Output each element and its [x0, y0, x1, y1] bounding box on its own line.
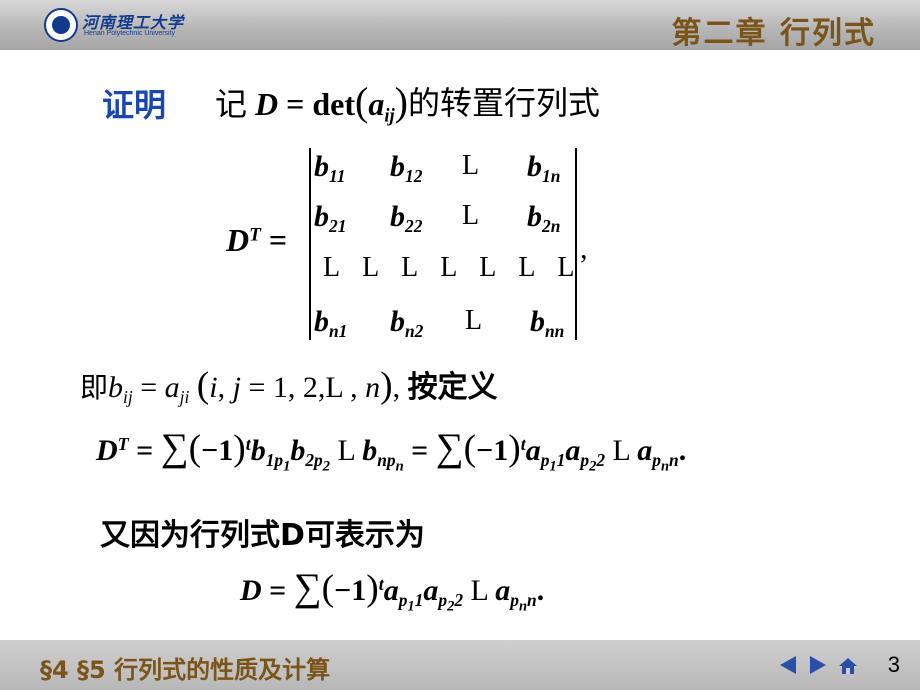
d-expression-text: 又因为行列式D可表示为 [100, 518, 425, 553]
home-icon[interactable] [838, 656, 858, 676]
matrix-entry: bn2 [390, 305, 424, 342]
logo-english-name: Henan Polytechnic University [84, 30, 176, 37]
matrix-ellipsis: L [462, 150, 480, 181]
index-relation: 即bij = aji (i, j = 1, 2,L , n), 按定义 [80, 365, 498, 408]
matrix-entry: bnn [530, 305, 565, 342]
definition-text: 按定义 [407, 370, 498, 405]
matrix-entry: b11 [314, 150, 346, 187]
footer-bar: §4 §5 行列式的性质及计算 3 [0, 640, 920, 690]
matrix-entry: b2n [527, 200, 561, 237]
prev-arrow-icon[interactable] [780, 656, 800, 676]
matrix-ellipsis: L [465, 305, 483, 336]
statement-suffix: 的转置行列式 [407, 84, 600, 122]
next-arrow-icon[interactable] [810, 656, 830, 676]
det-right-bar [575, 148, 577, 340]
matrix-entry: b21 [314, 200, 347, 237]
statement-prefix: 记 [215, 85, 248, 123]
matrix-entry: b12 [390, 150, 423, 187]
chapter-title: 第二章 行列式 [671, 16, 876, 51]
logo-emblem-icon [44, 8, 78, 42]
matrix-entry: b22 [390, 200, 423, 237]
header-bar: 河南理工大学 Henan Polytechnic University 第二章 … [0, 0, 920, 51]
page-number: 3 [887, 652, 900, 677]
matrix-ellipsis-row: L L L L L L L [323, 252, 583, 283]
matrix-ellipsis: L [462, 200, 480, 231]
d-expansion: D = ∑(−1)tap11ap22 L apnn. [240, 566, 545, 615]
matrix-entry: bn1 [314, 305, 348, 342]
transpose-expansion: DT = ∑(−1)tb1p1b2p2 L bnpn = ∑(−1)tap11a… [96, 426, 687, 475]
university-logo: 河南理工大学 Henan Polytechnic University [44, 8, 184, 42]
determinant-label: DT = [226, 222, 288, 258]
det-left-bar [309, 148, 311, 340]
proof-label: 证明 [102, 86, 167, 124]
transpose-statement: 记 D = det(aij)的转置行列式 [215, 78, 618, 127]
matrix-entry: b1n [527, 150, 561, 187]
section-title: §4 §5 行列式的性质及计算 [40, 656, 331, 684]
